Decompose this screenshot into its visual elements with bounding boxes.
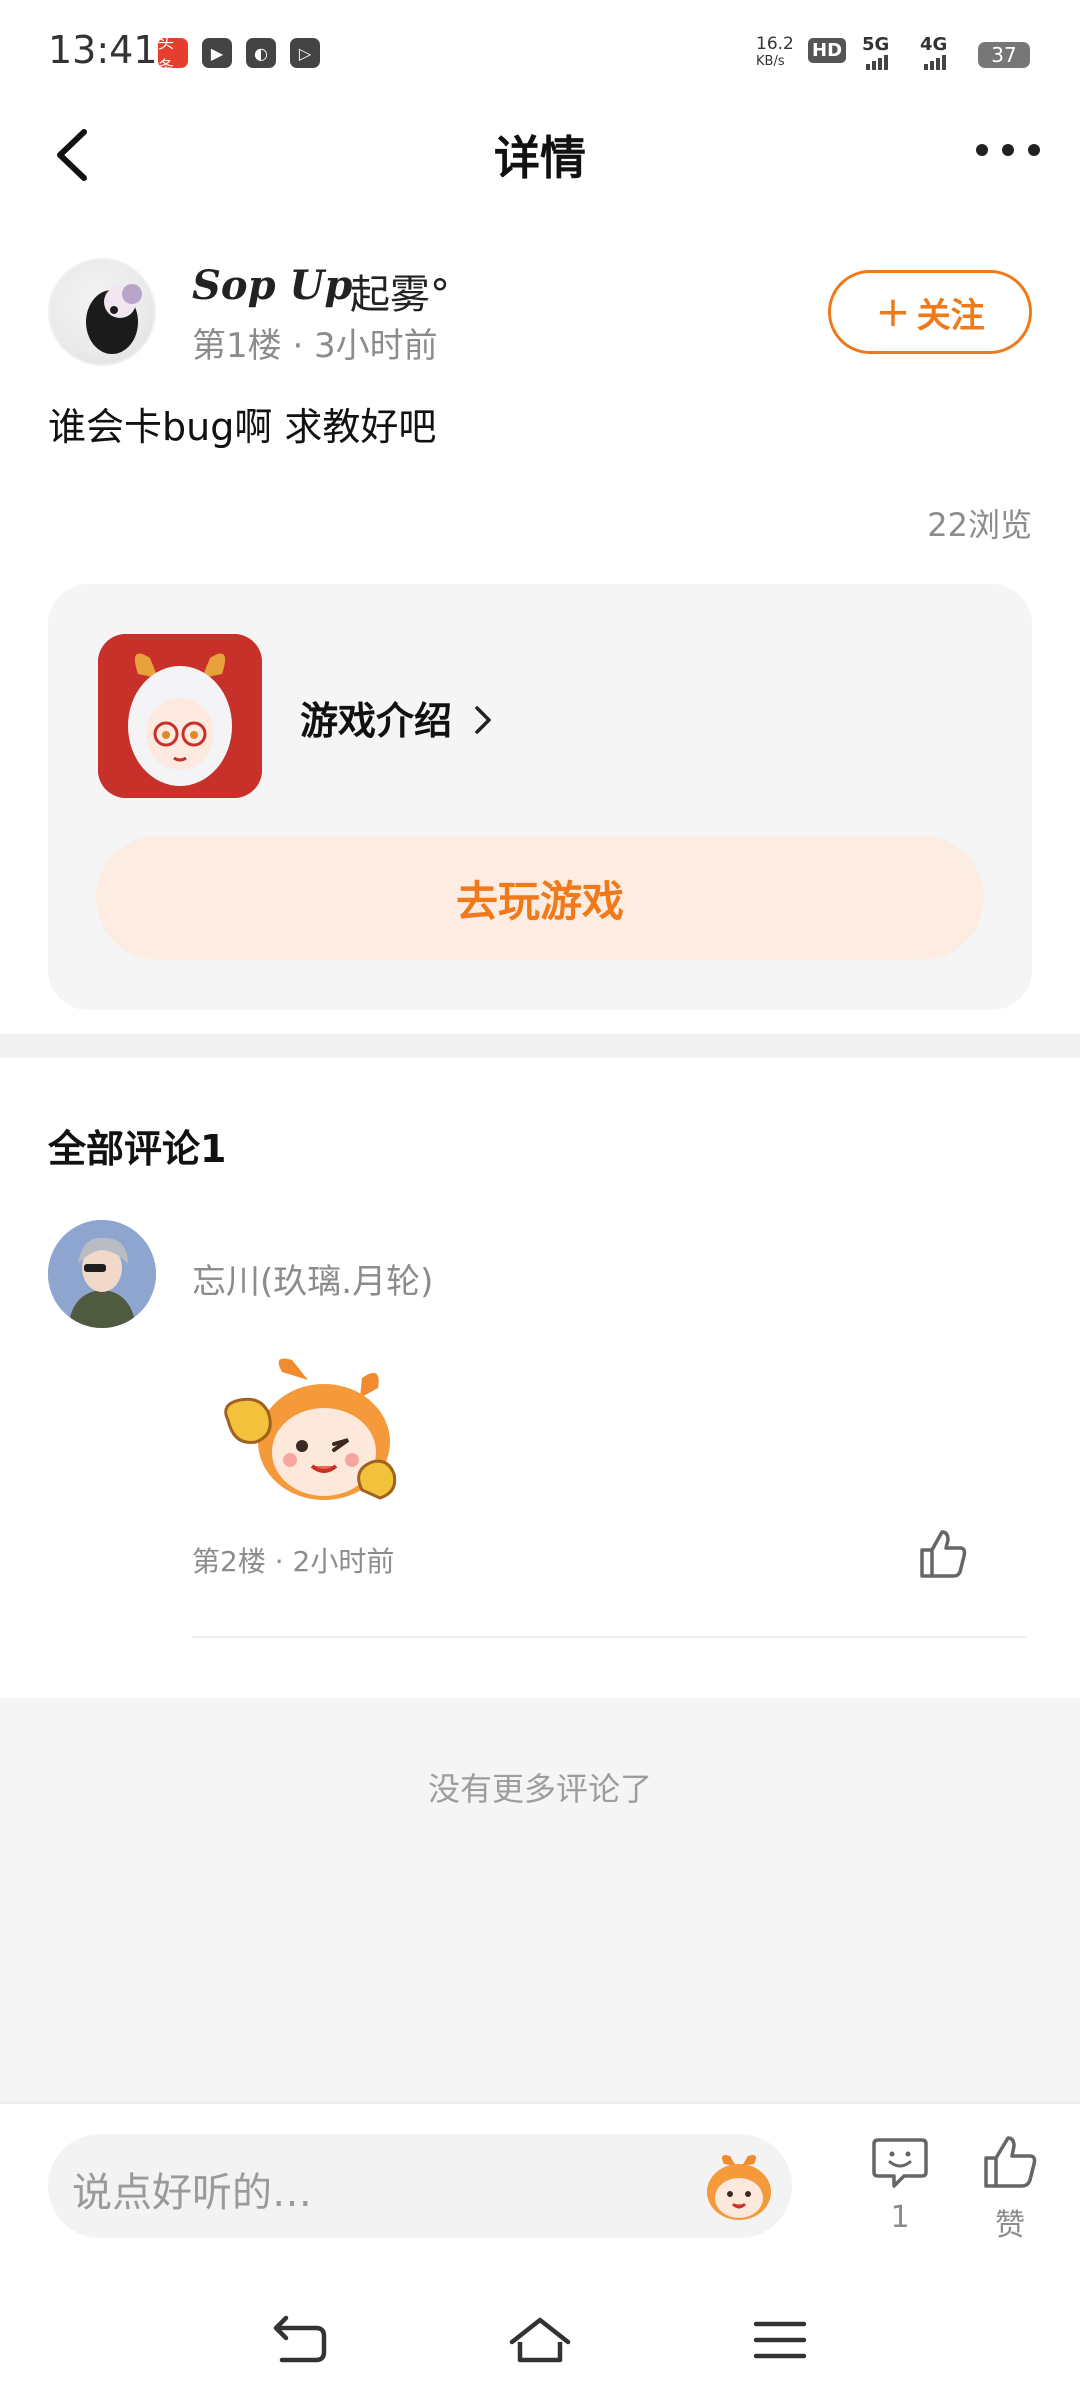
app-badge-news: 头条: [158, 33, 188, 76]
game-intro-link[interactable]: 游戏介绍: [300, 690, 495, 745]
comment-meta: 第2楼 · 2小时前: [192, 1545, 395, 1578]
play-game-button[interactable]: 去玩游戏: [96, 836, 984, 960]
author-signature[interactable]: Sop Up: [192, 262, 352, 309]
plus-icon: +: [875, 287, 911, 336]
system-home-button[interactable]: [500, 2308, 580, 2372]
view-count: 22浏览: [927, 506, 1032, 544]
chevron-right-icon: [475, 706, 491, 734]
post-content: 谁会卡bug啊 求教好吧: [48, 405, 437, 449]
post-author-avatar[interactable]: [48, 258, 156, 366]
follow-label: 关注: [916, 295, 985, 336]
like-label: 赞: [995, 2208, 1025, 2243]
sticker-button[interactable]: [700, 2148, 778, 2226]
game-icon[interactable]: [98, 634, 262, 798]
comments-title: 全部评论1: [48, 1127, 227, 1171]
comment-author-name[interactable]: 忘川(玖璃.月轮): [192, 1254, 433, 1303]
game-character-illustration: [98, 634, 262, 798]
battery-indicator: 37: [978, 42, 1030, 68]
game-intro-label: 游戏介绍: [300, 699, 453, 743]
hd-badge: HD: [808, 38, 847, 63]
comment-count: 1: [890, 2200, 910, 2235]
section-divider: [0, 1034, 1080, 1058]
avatar-illustration: [86, 284, 142, 354]
system-menu-button[interactable]: [740, 2308, 820, 2372]
follow-button[interactable]: + 关注: [828, 270, 1032, 354]
no-more-comments-text: 没有更多评论了: [427, 1770, 652, 1808]
app-badge-browser: ◐: [246, 38, 276, 68]
signal-icon: [866, 55, 946, 70]
author-name[interactable]: 起雾°: [350, 262, 450, 320]
comments-end-area: [0, 1698, 1080, 2102]
app-badge-player: ▷: [290, 38, 320, 68]
thumbs-up-icon[interactable]: [914, 1526, 970, 1582]
comment-author-avatar[interactable]: [48, 1220, 156, 1328]
avatar-illustration: [48, 1220, 156, 1328]
page-title: 详情: [494, 131, 586, 185]
post-meta: 第1楼 · 3小时前: [192, 326, 438, 366]
net-speed: 16.2: [756, 34, 794, 54]
status-time: 13:41: [48, 28, 158, 72]
system-back-button[interactable]: [260, 2308, 340, 2372]
sticker-image: [224, 1358, 397, 1500]
app-badge-video: ▶: [202, 38, 232, 68]
net-speed-unit: KB/s: [756, 54, 785, 69]
comment-divider: [192, 1636, 1026, 1638]
more-options-button[interactable]: [968, 128, 1048, 178]
comment-icon[interactable]: [868, 2132, 932, 2192]
comment-input-placeholder: 说点好听的…: [72, 2170, 312, 2216]
like-icon[interactable]: [978, 2132, 1042, 2192]
